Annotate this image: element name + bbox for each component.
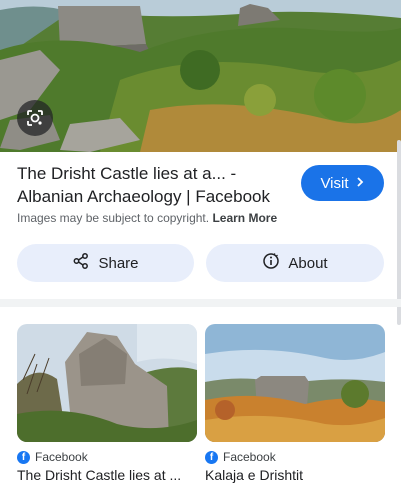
chevron-right-icon — [355, 175, 365, 192]
visit-button[interactable]: Visit — [301, 165, 384, 201]
about-button[interactable]: About — [206, 244, 384, 282]
share-icon — [72, 252, 90, 274]
related-card[interactable]: f Facebook The Drisht Castle lies at ... — [17, 324, 197, 483]
copyright-notice: Images may be subject to copyright. Lear… — [17, 211, 277, 225]
related-title[interactable]: The Drisht Castle lies at ... — [17, 467, 197, 483]
related-card[interactable]: f Facebook Kalaja e Drishtit — [205, 324, 385, 483]
scrollbar[interactable] — [397, 140, 401, 325]
related-title[interactable]: Kalaja e Drishtit — [205, 467, 385, 483]
learn-more-link[interactable]: Learn More — [212, 211, 277, 225]
related-thumbnail[interactable] — [17, 324, 197, 442]
related-source-label: Facebook — [223, 450, 276, 464]
related-source-label: Facebook — [35, 450, 88, 464]
facebook-icon: f — [17, 450, 30, 464]
copyright-text: Images may be subject to copyright. — [17, 211, 210, 225]
result-title[interactable]: The Drisht Castle lies at a... - Albania… — [17, 162, 287, 208]
hero-image[interactable] — [0, 0, 401, 152]
lens-search-icon — [25, 108, 45, 128]
share-button[interactable]: Share — [17, 244, 194, 282]
related-thumbnail[interactable] — [205, 324, 385, 442]
info-icon — [262, 252, 280, 274]
about-label: About — [288, 254, 328, 272]
related-source: f Facebook — [205, 450, 385, 464]
related-source: f Facebook — [17, 450, 197, 464]
lens-search-button[interactable] — [17, 100, 53, 136]
visit-label: Visit — [320, 174, 349, 192]
section-divider — [0, 299, 401, 307]
facebook-icon: f — [205, 450, 218, 464]
share-label: Share — [98, 254, 139, 272]
